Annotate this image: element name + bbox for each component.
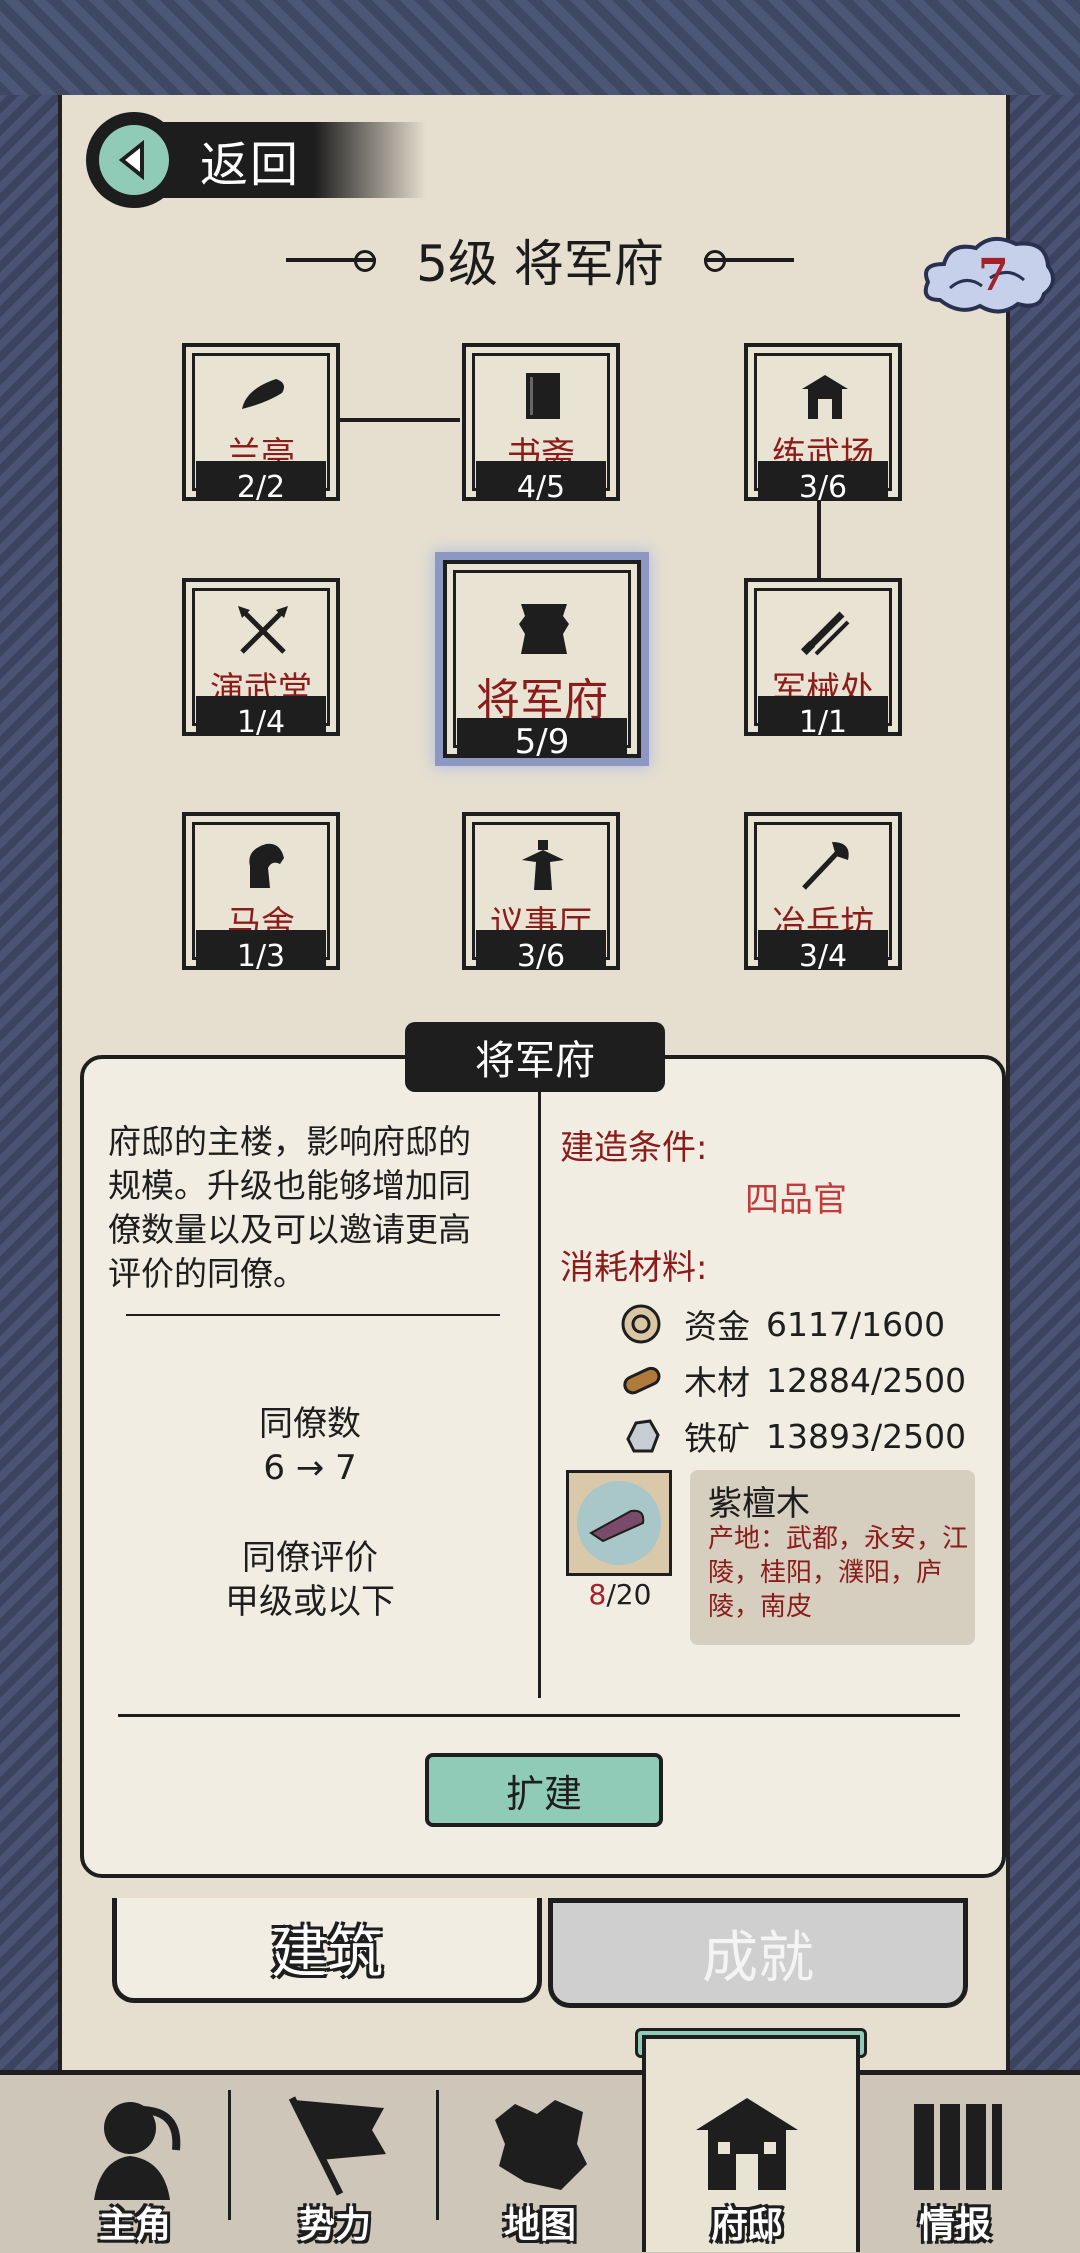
building-tile-lianwuchang[interactable]: 练武场 3/6 <box>744 343 902 505</box>
material-row-wood: 木材 12884/2500 <box>620 1354 966 1406</box>
mansion-icon <box>519 604 569 654</box>
building-tile-yishiting[interactable]: 议事厅 3/6 <box>462 812 620 974</box>
back-label: 返回 <box>200 137 301 193</box>
stat-colleague-rating-value: 甲级或以下 <box>225 1582 395 1622</box>
material-amount: 12884/2500 <box>766 1360 967 1400</box>
horse-head-icon <box>249 843 284 888</box>
building-tile-lanting[interactable]: 兰亭 2/2 <box>182 343 340 505</box>
tab-achievements[interactable]: 成就 <box>548 1898 968 2008</box>
panel-bottom-divider <box>118 1714 960 1717</box>
scroll-icon <box>914 2104 1002 2190</box>
stat-colleague-rating-label: 同僚评价 <box>242 1538 378 1578</box>
building-count: 5/9 <box>514 722 570 762</box>
building-count: 3/6 <box>516 939 566 974</box>
right-decor-border <box>1006 95 1080 2070</box>
material-row-funds: 资金 6117/1600 <box>620 1298 945 1350</box>
mansion-icon <box>696 2098 798 2190</box>
material-name: 资金 <box>684 1307 750 1346</box>
tree-connector <box>330 418 460 422</box>
panel-divider <box>538 1088 541 1698</box>
special-material-origin: 产地：武都，永安，江陵，桂阳，濮阳，庐陵，南皮 <box>708 1524 969 1622</box>
crossed-spears-icon <box>238 606 288 654</box>
nav-item-faction[interactable]: 势力 <box>240 2070 430 2248</box>
building-count: 3/4 <box>798 939 848 974</box>
stat-colleague-count-value: 6 → 7 <box>263 1448 357 1488</box>
special-material-count: 8/20 <box>588 1578 652 1611</box>
material-name: 铁矿 <box>684 1419 750 1458</box>
official-figure-icon <box>522 840 564 890</box>
tree-connector <box>817 500 821 582</box>
book-icon <box>526 373 560 419</box>
building-tile-yanwutang[interactable]: 演武堂 1/4 <box>182 578 340 740</box>
brush-stone-icon <box>242 379 284 409</box>
building-count: 4/5 <box>516 470 566 505</box>
nav-item-intel[interactable]: 情报 <box>860 2070 1050 2248</box>
building-tile-shuzhai[interactable]: 书斋 4/5 <box>462 343 620 505</box>
material-name: 木材 <box>684 1363 750 1402</box>
building-count: 2/2 <box>236 470 286 505</box>
rosewood-icon <box>589 1509 645 1543</box>
building-tile-jiangjunfu[interactable]: 将军府 5/9 <box>443 560 641 762</box>
material-amount: 13893/2500 <box>766 1416 967 1456</box>
description-divider <box>126 1314 500 1316</box>
building-count: 1/4 <box>236 705 286 740</box>
ornament-right-icon <box>703 250 794 272</box>
coin-icon <box>621 1304 661 1344</box>
page-title-row: 5级 将军府 <box>260 225 820 295</box>
nav-label: 主角 <box>98 2205 171 2246</box>
top-decor-border <box>0 0 1080 101</box>
nav-label: 势力 <box>298 2205 371 2246</box>
flag-icon <box>288 2096 386 2196</box>
building-description: 府邸的主楼，影响府邸的规模。升级也能够增加同僚数量以及可以邀请更高评价的同僚。 <box>108 1122 471 1293</box>
ornament-left-icon <box>286 250 377 272</box>
nav-label: 情报 <box>918 2205 991 2246</box>
special-material-slot[interactable] <box>566 1470 672 1576</box>
gate-icon <box>802 375 848 419</box>
wood-icon <box>623 1366 661 1395</box>
left-decor-border <box>0 95 62 2070</box>
nav-label: 府邸 <box>710 2205 783 2246</box>
nav-label: 地图 <box>503 2205 576 2246</box>
map-icon <box>495 2100 587 2190</box>
back-button[interactable]: 返回 <box>86 112 426 208</box>
stat-colleague-count-label: 同僚数 <box>259 1404 361 1444</box>
special-material-name: 紫檀木 <box>708 1484 810 1524</box>
nav-item-character[interactable]: 主角 <box>40 2070 230 2248</box>
building-tile-yebingfang[interactable]: 冶兵坊 3/4 <box>744 812 902 974</box>
building-tile-junxiechu[interactable]: 军械处 1/1 <box>744 578 902 740</box>
expand-button[interactable]: 扩建 <box>425 1753 663 1827</box>
materials-label: 消耗材料: <box>560 1248 708 1288</box>
cloud-badge-count: 7 <box>978 250 1009 301</box>
building-tile-mashe[interactable]: 马舍 1/3 <box>182 812 340 974</box>
building-count: 3/6 <box>798 470 848 505</box>
material-row-iron: 铁矿 13893/2500 <box>620 1410 966 1462</box>
building-count: 1/3 <box>236 939 286 974</box>
back-arrow-icon <box>118 140 144 180</box>
character-icon <box>94 2102 181 2200</box>
iron-ore-icon <box>626 1419 660 1453</box>
build-condition-value: 四品官 <box>745 1180 847 1220</box>
nav-item-map[interactable]: 地图 <box>445 2070 635 2248</box>
weapons-icon <box>800 611 850 656</box>
page-title: 5级 将军府 <box>416 235 664 293</box>
glaive-icon <box>802 842 849 890</box>
tab-buildings[interactable]: 建筑 <box>112 1898 542 2003</box>
panel-title: 将军府 <box>405 1022 665 1092</box>
nav-item-mansion[interactable]: 府邸 <box>652 2070 842 2248</box>
build-condition-label: 建造条件: <box>560 1128 708 1168</box>
building-count: 1/1 <box>798 705 848 740</box>
material-amount: 6117/1600 <box>766 1304 946 1344</box>
